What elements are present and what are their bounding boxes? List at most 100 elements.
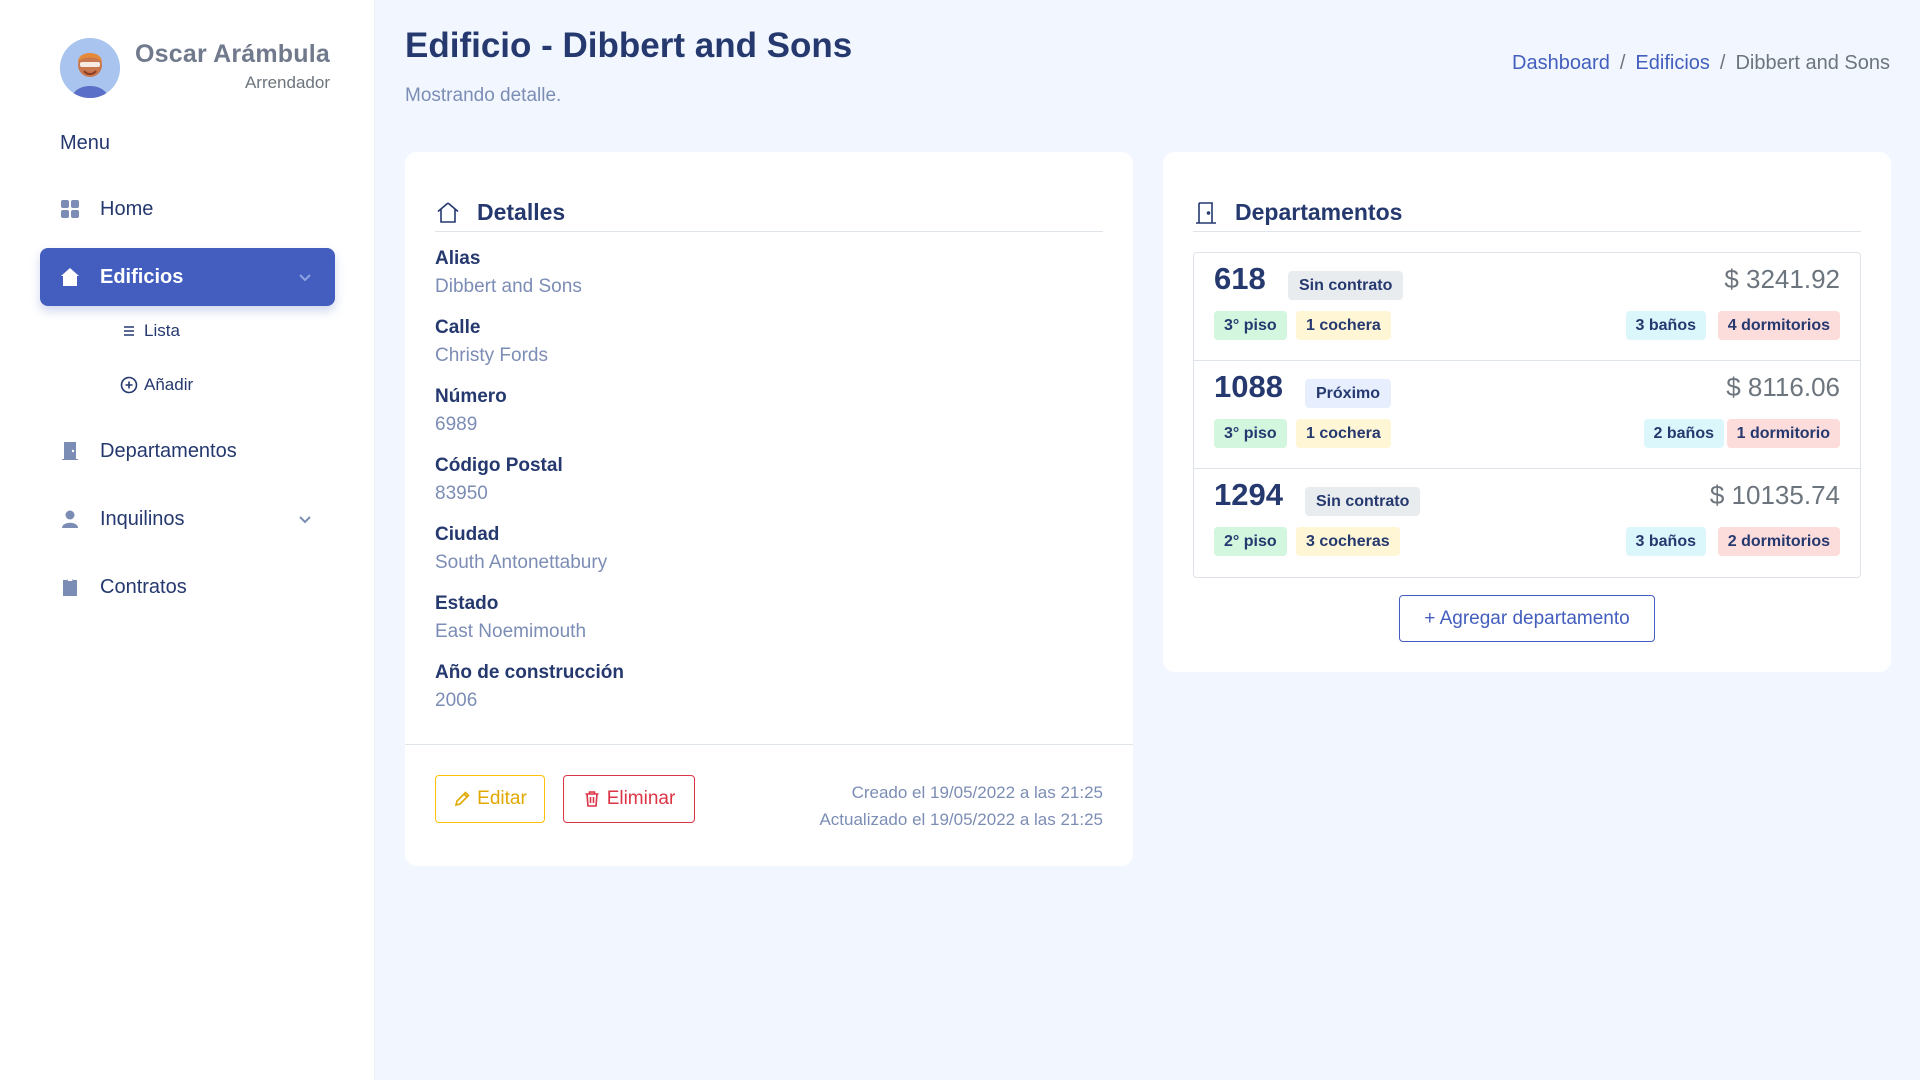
field-alias: Alias Dibbert and Sons: [435, 248, 582, 298]
breadcrumb-current: Dibbert and Sons: [1735, 52, 1890, 74]
details-card: Detalles Alias Dibbert and Sons Calle Ch…: [405, 152, 1133, 866]
field-anio-construccion: Año de construcción 2006: [435, 662, 624, 712]
field-value: 6989: [435, 414, 478, 435]
list-icon: [120, 322, 138, 340]
sidebar-item-label: Departamentos: [100, 439, 237, 462]
apartment-item[interactable]: 618 Sin contrato $ 3241.92 3° piso 1 coc…: [1194, 253, 1860, 361]
delete-button[interactable]: Eliminar: [563, 775, 695, 823]
rooms-badge: 1 dormitorio: [1726, 419, 1840, 448]
apartments-card: Departamentos 618 Sin contrato $ 3241.92…: [1163, 152, 1891, 672]
floor-badge: 2° piso: [1214, 527, 1287, 556]
apartment-item[interactable]: 1294 Sin contrato $ 10135.74 2° piso 3 c…: [1194, 469, 1860, 577]
breadcrumb: Dashboard / Edificios / Dibbert and Sons: [1512, 52, 1890, 75]
user-profile: Oscar Arámbula Arrendador: [60, 38, 330, 102]
sidebar-subitem-lista[interactable]: Lista: [120, 316, 180, 346]
field-label: Estado: [435, 593, 499, 614]
sidebar-item-label: Contratos: [100, 575, 187, 598]
baths-badge: 3 baños: [1625, 311, 1706, 340]
field-value: East Noemimouth: [435, 621, 587, 642]
delete-button-label: Eliminar: [606, 788, 676, 809]
edit-button-label: Editar: [477, 788, 527, 809]
avatar-image: [60, 38, 120, 98]
trash-icon: [583, 790, 601, 808]
menu-title: Menu: [60, 132, 111, 154]
breadcrumb-dashboard[interactable]: Dashboard: [1512, 52, 1610, 75]
breadcrumb-edificios[interactable]: Edificios: [1635, 52, 1709, 75]
pencil-icon: [453, 790, 471, 808]
field-value: Dibbert and Sons: [435, 276, 582, 297]
floor-badge: 3° piso: [1214, 419, 1287, 448]
door-outline-icon: [1193, 200, 1219, 226]
apartment-price: $ 3241.92: [1724, 264, 1840, 294]
sidebar-item-label: Edificios: [100, 265, 184, 288]
apartment-number: 1294: [1214, 477, 1283, 512]
garage-badge: 3 cocheras: [1296, 527, 1400, 556]
chevron-down-icon[interactable]: [297, 268, 313, 284]
sidebar-subitem-anadir[interactable]: Añadir: [120, 370, 193, 400]
details-title: Detalles: [477, 199, 566, 225]
breadcrumb-separator: /: [1719, 52, 1726, 74]
field-label: Calle: [435, 317, 481, 338]
apartments-title: Departamentos: [1235, 199, 1403, 225]
field-calle: Calle Christy Fords: [435, 317, 548, 367]
garage-badge: 1 cochera: [1296, 311, 1391, 340]
apartment-item[interactable]: 1088 Próximo $ 8116.06 3° piso 1 cochera…: [1194, 361, 1860, 469]
sidebar-item-contratos[interactable]: Contratos: [40, 558, 335, 616]
field-ciudad: Ciudad South Antonettabury: [435, 524, 607, 574]
field-label: Código Postal: [435, 455, 563, 476]
apartment-price: $ 10135.74: [1709, 480, 1840, 510]
chevron-down-icon[interactable]: [297, 510, 313, 526]
details-card-header: Detalles: [435, 152, 1103, 232]
field-estado: Estado East Noemimouth: [435, 593, 586, 643]
baths-badge: 2 baños: [1643, 419, 1724, 448]
updated-timestamp: Actualizado el 19/05/2022 a las 21:25: [819, 810, 1103, 829]
page-subtitle: Mostrando detalle.: [405, 85, 562, 106]
person-icon: [60, 509, 80, 529]
door-icon: [60, 441, 80, 461]
baths-badge: 3 baños: [1625, 527, 1706, 556]
field-numero: Número 6989: [435, 386, 507, 436]
sidebar: Oscar Arámbula Arrendador Menu Home Edif…: [0, 0, 375, 1080]
sidebar-subitem-label: Añadir: [144, 375, 194, 394]
edit-button[interactable]: Editar: [435, 775, 545, 823]
field-value: 2006: [435, 690, 478, 711]
floor-badge: 3° piso: [1214, 311, 1287, 340]
rooms-badge: 4 dormitorios: [1717, 311, 1840, 340]
user-name: Oscar Arámbula: [134, 40, 330, 68]
garage-badge: 1 cochera: [1296, 419, 1391, 448]
details-card-footer: Editar Eliminar Creado el 19/05/2022 a l…: [405, 744, 1133, 866]
field-value: 83950: [435, 483, 488, 504]
add-apartment-button[interactable]: + Agregar departamento: [1399, 595, 1655, 642]
plus-circle-icon: [120, 376, 138, 394]
avatar[interactable]: [60, 38, 120, 98]
status-badge: Próximo: [1305, 379, 1392, 408]
timestamps: Creado el 19/05/2022 a las 21:25 Actuali…: [819, 779, 1103, 833]
field-label: Ciudad: [435, 524, 500, 545]
field-value: South Antonettabury: [435, 552, 608, 573]
apartment-price: $ 8116.06: [1726, 372, 1840, 402]
apartment-number: 1088: [1214, 369, 1283, 404]
field-codigo-postal: Código Postal 83950: [435, 455, 563, 505]
field-label: Número: [435, 386, 507, 407]
apartment-list: 618 Sin contrato $ 3241.92 3° piso 1 coc…: [1193, 252, 1861, 578]
status-badge: Sin contrato: [1288, 271, 1404, 300]
field-value: Christy Fords: [435, 345, 548, 366]
sidebar-item-inquilinos[interactable]: Inquilinos: [40, 490, 335, 548]
apartments-card-header: Departamentos: [1193, 152, 1861, 232]
created-timestamp: Creado el 19/05/2022 a las 21:25: [851, 783, 1103, 802]
sidebar-item-label: Home: [100, 197, 154, 220]
rooms-badge: 2 dormitorios: [1717, 527, 1840, 556]
sidebar-item-label: Inquilinos: [100, 507, 185, 530]
user-role: Arrendador: [244, 73, 330, 92]
house-icon: [60, 267, 80, 287]
apartment-number: 618: [1214, 261, 1266, 296]
field-label: Alias: [435, 248, 481, 269]
grid-icon: [60, 199, 80, 219]
sidebar-item-edificios[interactable]: Edificios: [40, 248, 335, 306]
sidebar-item-departamentos[interactable]: Departamentos: [40, 422, 335, 480]
sidebar-item-home[interactable]: Home: [40, 180, 335, 238]
breadcrumb-separator: /: [1619, 52, 1626, 74]
sidebar-subitem-label: Lista: [144, 321, 180, 340]
field-label: Año de construcción: [435, 662, 624, 683]
status-badge: Sin contrato: [1305, 487, 1421, 516]
